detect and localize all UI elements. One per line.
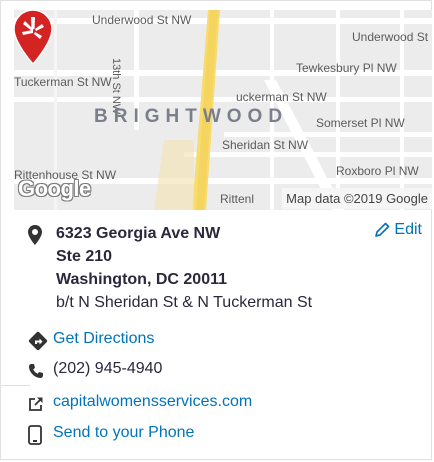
street-label-tuckerman-right: uckerman St NW <box>236 90 327 104</box>
mobile-phone-icon <box>28 424 50 446</box>
get-directions-link[interactable]: Get Directions <box>53 330 154 348</box>
edit-label: Edit <box>394 221 422 238</box>
cross-streets: b/t N Sheridan St & N Tuckerman St <box>56 294 313 311</box>
street-label-rittenhouse-right: Rittenl <box>220 192 255 206</box>
send-to-phone-row[interactable]: Send to your Phone <box>28 424 194 446</box>
edit-link[interactable]: Edit <box>374 221 422 239</box>
street-label-roxboro: Roxboro Pl NW <box>336 164 419 178</box>
pencil-icon <box>374 222 390 238</box>
street-label-somerset: Somerset Pl NW <box>316 116 405 130</box>
address-line3: Washington, DC 20011 <box>56 271 227 288</box>
google-logo: Google <box>18 176 91 201</box>
address-row <box>28 224 50 246</box>
neighborhood-label: BRIGHTWOOD <box>94 106 289 127</box>
street-label-sheridan: Sheridan St NW <box>222 138 309 152</box>
street-label-underwood-right: Underwood St NW <box>352 30 432 44</box>
map[interactable]: Underwood St NW Underwood St NW 13th St … <box>14 10 432 210</box>
send-to-phone-link[interactable]: Send to your Phone <box>53 424 194 442</box>
external-link-icon <box>28 393 50 415</box>
phone-number: (202) 945-4940 <box>53 360 163 377</box>
street-label-tewkesbury: Tewkesbury Pl NW <box>296 61 397 75</box>
directions-icon <box>28 330 50 352</box>
address-line1: 6323 Georgia Ave NW <box>56 225 221 242</box>
street-label-underwood-left: Underwood St NW <box>92 13 192 27</box>
address-block: 6323 Georgia Ave NW Ste 210 Washington, … <box>56 222 312 314</box>
map-marker-icon[interactable] <box>14 10 52 64</box>
phone-icon <box>28 360 50 382</box>
street-label-tuckerman-left: Tuckerman St NW <box>14 75 112 89</box>
website-link[interactable]: capitalwomensservices.com <box>53 393 252 411</box>
directions-row[interactable]: Get Directions <box>28 330 154 352</box>
map-pin-icon <box>28 224 50 246</box>
phone-row: (202) 945-4940 <box>28 360 162 382</box>
divider <box>0 385 30 386</box>
website-row[interactable]: capitalwomensservices.com <box>28 393 252 415</box>
map-attribution[interactable]: Map data ©2019 Google <box>282 188 432 209</box>
address-line2: Ste 210 <box>56 248 113 265</box>
